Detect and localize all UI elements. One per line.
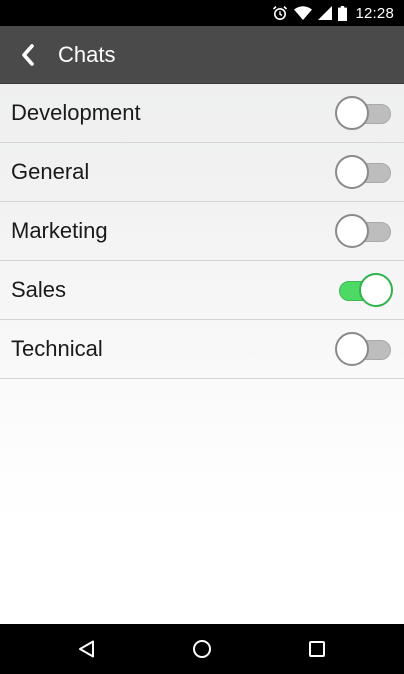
toggle-marketing[interactable]: [335, 213, 393, 249]
toggle-general[interactable]: [335, 154, 393, 190]
navigation-bar: [0, 624, 404, 674]
toggle-thumb[interactable]: [335, 214, 369, 248]
alarm-icon: [272, 0, 288, 26]
toggle-thumb[interactable]: [359, 273, 393, 307]
list-item-label: Sales: [11, 277, 67, 302]
back-button[interactable]: [0, 26, 56, 84]
list-item-marketing[interactable]: Marketing: [0, 202, 404, 261]
toggle-development[interactable]: [335, 95, 393, 131]
list-item-technical[interactable]: Technical: [0, 320, 404, 379]
chat-channel-list: Development General Marketing Sales Tech…: [0, 84, 404, 379]
screen: 12:28 Chats Development General Marketin…: [0, 0, 404, 674]
signal-icon: [318, 0, 333, 26]
chevron-left-icon: [19, 43, 37, 67]
wifi-icon: [294, 0, 313, 26]
nav-recents-button[interactable]: [287, 624, 347, 674]
list-item-label: General: [11, 159, 90, 184]
toggle-thumb[interactable]: [335, 155, 369, 189]
list-item-general[interactable]: General: [0, 143, 404, 202]
toggle-thumb[interactable]: [335, 96, 369, 130]
list-item-label: Technical: [11, 336, 103, 361]
status-clock: 12:28: [355, 4, 394, 22]
home-circle-icon: [192, 639, 212, 659]
nav-back-button[interactable]: [57, 624, 117, 674]
status-bar: 12:28: [0, 0, 404, 26]
nav-home-button[interactable]: [172, 624, 232, 674]
toggle-technical[interactable]: [335, 331, 393, 367]
list-item-label: Marketing: [11, 218, 108, 243]
app-bar: Chats: [0, 26, 404, 84]
toggle-sales[interactable]: [335, 272, 393, 308]
list-item-sales[interactable]: Sales: [0, 261, 404, 320]
back-triangle-icon: [77, 639, 97, 659]
battery-icon: [338, 0, 348, 26]
list-item-development[interactable]: Development: [0, 84, 404, 143]
list-item-label: Development: [11, 100, 141, 125]
toggle-thumb[interactable]: [335, 332, 369, 366]
page-title: Chats: [58, 41, 116, 67]
recents-square-icon: [308, 640, 326, 658]
